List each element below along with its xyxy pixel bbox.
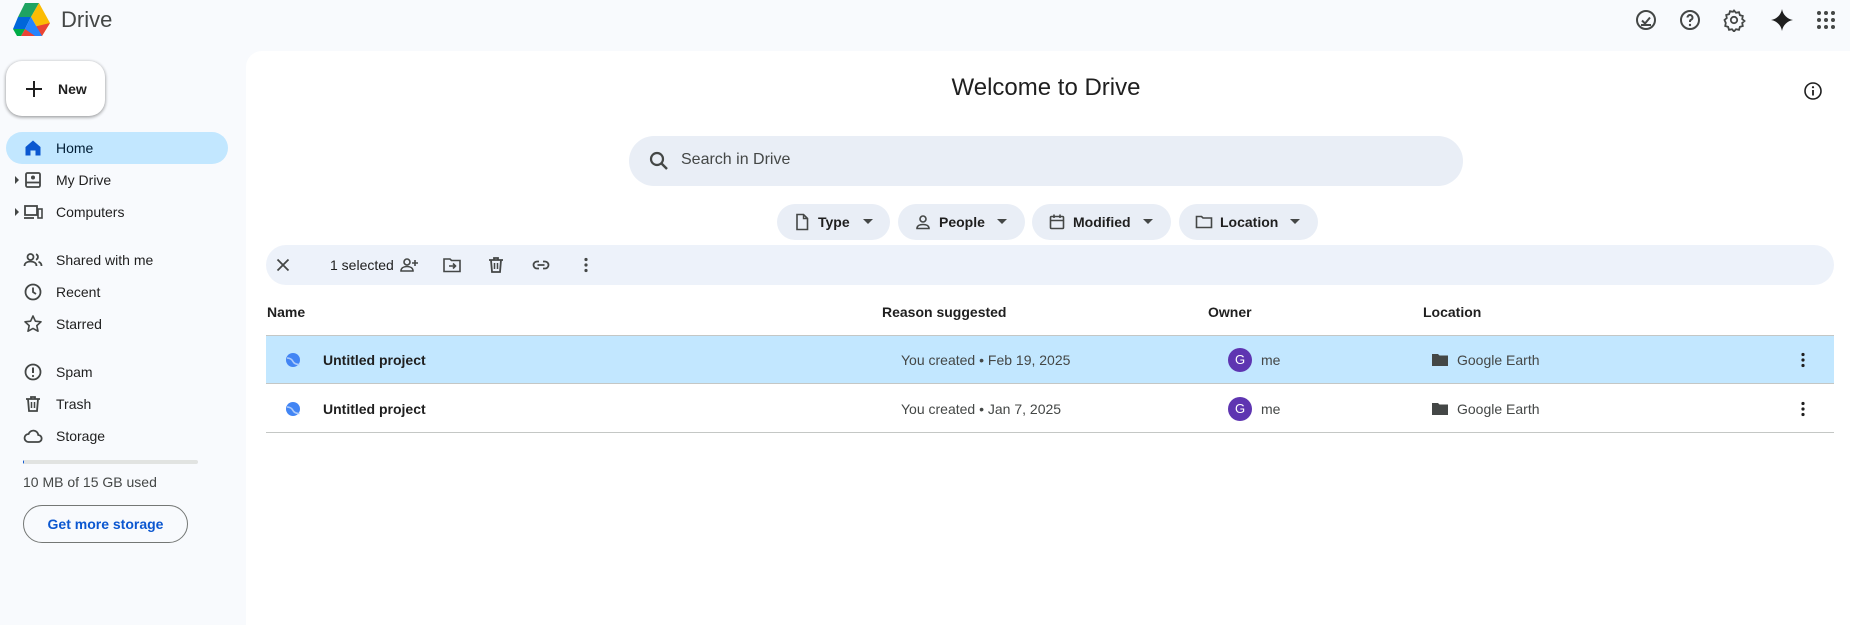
table-row[interactable]: Untitled project You created • Jan 7, 20… [266, 385, 1834, 433]
folder-icon [1432, 354, 1448, 366]
calendar-icon [1049, 214, 1065, 230]
file-location[interactable]: Google Earth [1457, 352, 1540, 368]
share-add-person-icon[interactable] [399, 255, 419, 275]
sidebar-item-label: Spam [56, 364, 93, 380]
sidebar-item-label: Shared with me [56, 252, 154, 268]
column-header-name[interactable]: Name [267, 304, 305, 320]
more-vert-icon[interactable] [576, 255, 596, 275]
avatar: G [1228, 397, 1252, 421]
file-reason: You created • Jan 7, 2025 [901, 401, 1062, 417]
google-earth-project-icon [286, 353, 300, 367]
close-icon[interactable] [273, 255, 293, 275]
home-icon [25, 140, 41, 156]
file-reason: You created • Feb 19, 2025 [901, 352, 1071, 368]
folder-outline-icon [1195, 215, 1213, 229]
file-owner: me [1261, 401, 1281, 417]
filter-chip-location[interactable]: Location [1179, 204, 1318, 240]
get-more-storage-button[interactable]: Get more storage [23, 505, 188, 543]
sidebar-item-shared-with-me[interactable]: Shared with me [6, 244, 228, 276]
trash-icon [26, 396, 40, 412]
main-panel: Welcome to Drive Search in Drive Type Pe… [246, 51, 1850, 625]
sidebar-item-label: Recent [56, 284, 101, 300]
search-icon[interactable] [647, 149, 671, 173]
caret-right-icon[interactable] [14, 176, 20, 184]
sidebar-item-label: My Drive [56, 172, 112, 188]
storage-usage-text: 10 MB of 15 GB used [23, 474, 157, 490]
sidebar-item-label: Trash [56, 396, 92, 412]
file-owner: me [1261, 352, 1281, 368]
computers-icon [24, 205, 43, 219]
apps-grid-icon[interactable] [1814, 8, 1838, 32]
arrow-drop-down-icon [1143, 219, 1153, 224]
cloud-icon [23, 429, 43, 443]
arrow-drop-down-icon [863, 219, 873, 224]
folder-icon [1432, 403, 1448, 415]
sidebar-item-recent[interactable]: Recent [6, 276, 228, 308]
new-button[interactable]: New [6, 61, 105, 116]
new-button-label: New [58, 80, 87, 97]
sidebar-item-label: Home [56, 140, 94, 156]
info-icon[interactable] [1803, 81, 1823, 101]
settings-icon[interactable] [1722, 8, 1746, 32]
more-vert-icon[interactable] [1793, 350, 1813, 370]
search-input[interactable]: Search in Drive [681, 151, 790, 169]
google-earth-project-icon [286, 402, 300, 416]
clock-icon [24, 283, 42, 301]
filter-chip-label: Modified [1073, 214, 1131, 230]
page-title: Welcome to Drive [951, 74, 1141, 101]
avatar: G [1228, 348, 1252, 372]
file-icon [796, 213, 809, 231]
spam-icon [24, 363, 42, 381]
filter-chip-type[interactable]: Type [777, 204, 890, 240]
sidebar-item-spam[interactable]: Spam [6, 356, 228, 388]
filter-chip-label: Location [1220, 214, 1279, 230]
trash-icon[interactable] [486, 255, 506, 275]
column-header-owner: Owner [1208, 304, 1252, 320]
gemini-icon[interactable] [1770, 8, 1794, 32]
app-title[interactable]: Drive [61, 7, 112, 33]
sidebar-item-label: Computers [56, 204, 125, 220]
star-icon [24, 315, 42, 332]
column-header-location: Location [1423, 304, 1482, 320]
arrow-drop-down-icon [1290, 219, 1300, 224]
table-row[interactable]: Untitled project You created • Feb 19, 2… [266, 336, 1834, 384]
filter-chip-label: Type [818, 214, 850, 230]
sidebar-item-storage[interactable]: Storage [6, 420, 228, 452]
person-icon [916, 215, 930, 230]
file-location[interactable]: Google Earth [1457, 401, 1540, 417]
file-name: Untitled project [323, 352, 426, 368]
filter-chip-label: People [939, 214, 985, 230]
shared-icon [23, 253, 43, 267]
sidebar-item-label: Storage [56, 428, 106, 444]
help-icon[interactable] [1678, 8, 1702, 32]
caret-right-icon[interactable] [14, 208, 20, 216]
link-icon[interactable] [531, 255, 551, 275]
filter-chip-people[interactable]: People [898, 204, 1025, 240]
sidebar-item-trash[interactable]: Trash [6, 388, 228, 420]
filter-chip-modified[interactable]: Modified [1032, 204, 1171, 240]
plus-icon [26, 80, 42, 97]
selection-count: 1 selected [330, 257, 394, 273]
sidebar-item-label: Starred [56, 316, 102, 332]
move-to-folder-icon[interactable] [442, 255, 462, 275]
sidebar-item-starred[interactable]: Starred [6, 308, 228, 340]
more-vert-icon[interactable] [1793, 399, 1813, 419]
top-bar: Drive [0, 0, 1850, 44]
my-drive-icon [25, 172, 41, 188]
drive-logo-icon[interactable] [13, 2, 51, 36]
file-name: Untitled project [323, 401, 426, 417]
sidebar-item-home[interactable]: Home [6, 132, 228, 164]
arrow-drop-down-icon [997, 219, 1007, 224]
storage-usage-bar [23, 460, 198, 464]
selection-toolbar: 1 selected [266, 245, 1834, 285]
sidebar-item-computers[interactable]: Computers [6, 196, 228, 228]
search-bar[interactable]: Search in Drive [629, 136, 1463, 186]
ready-for-offline-icon[interactable] [1634, 8, 1658, 32]
column-header-reason: Reason suggested [882, 304, 1007, 320]
sidebar-item-my-drive[interactable]: My Drive [6, 164, 228, 196]
